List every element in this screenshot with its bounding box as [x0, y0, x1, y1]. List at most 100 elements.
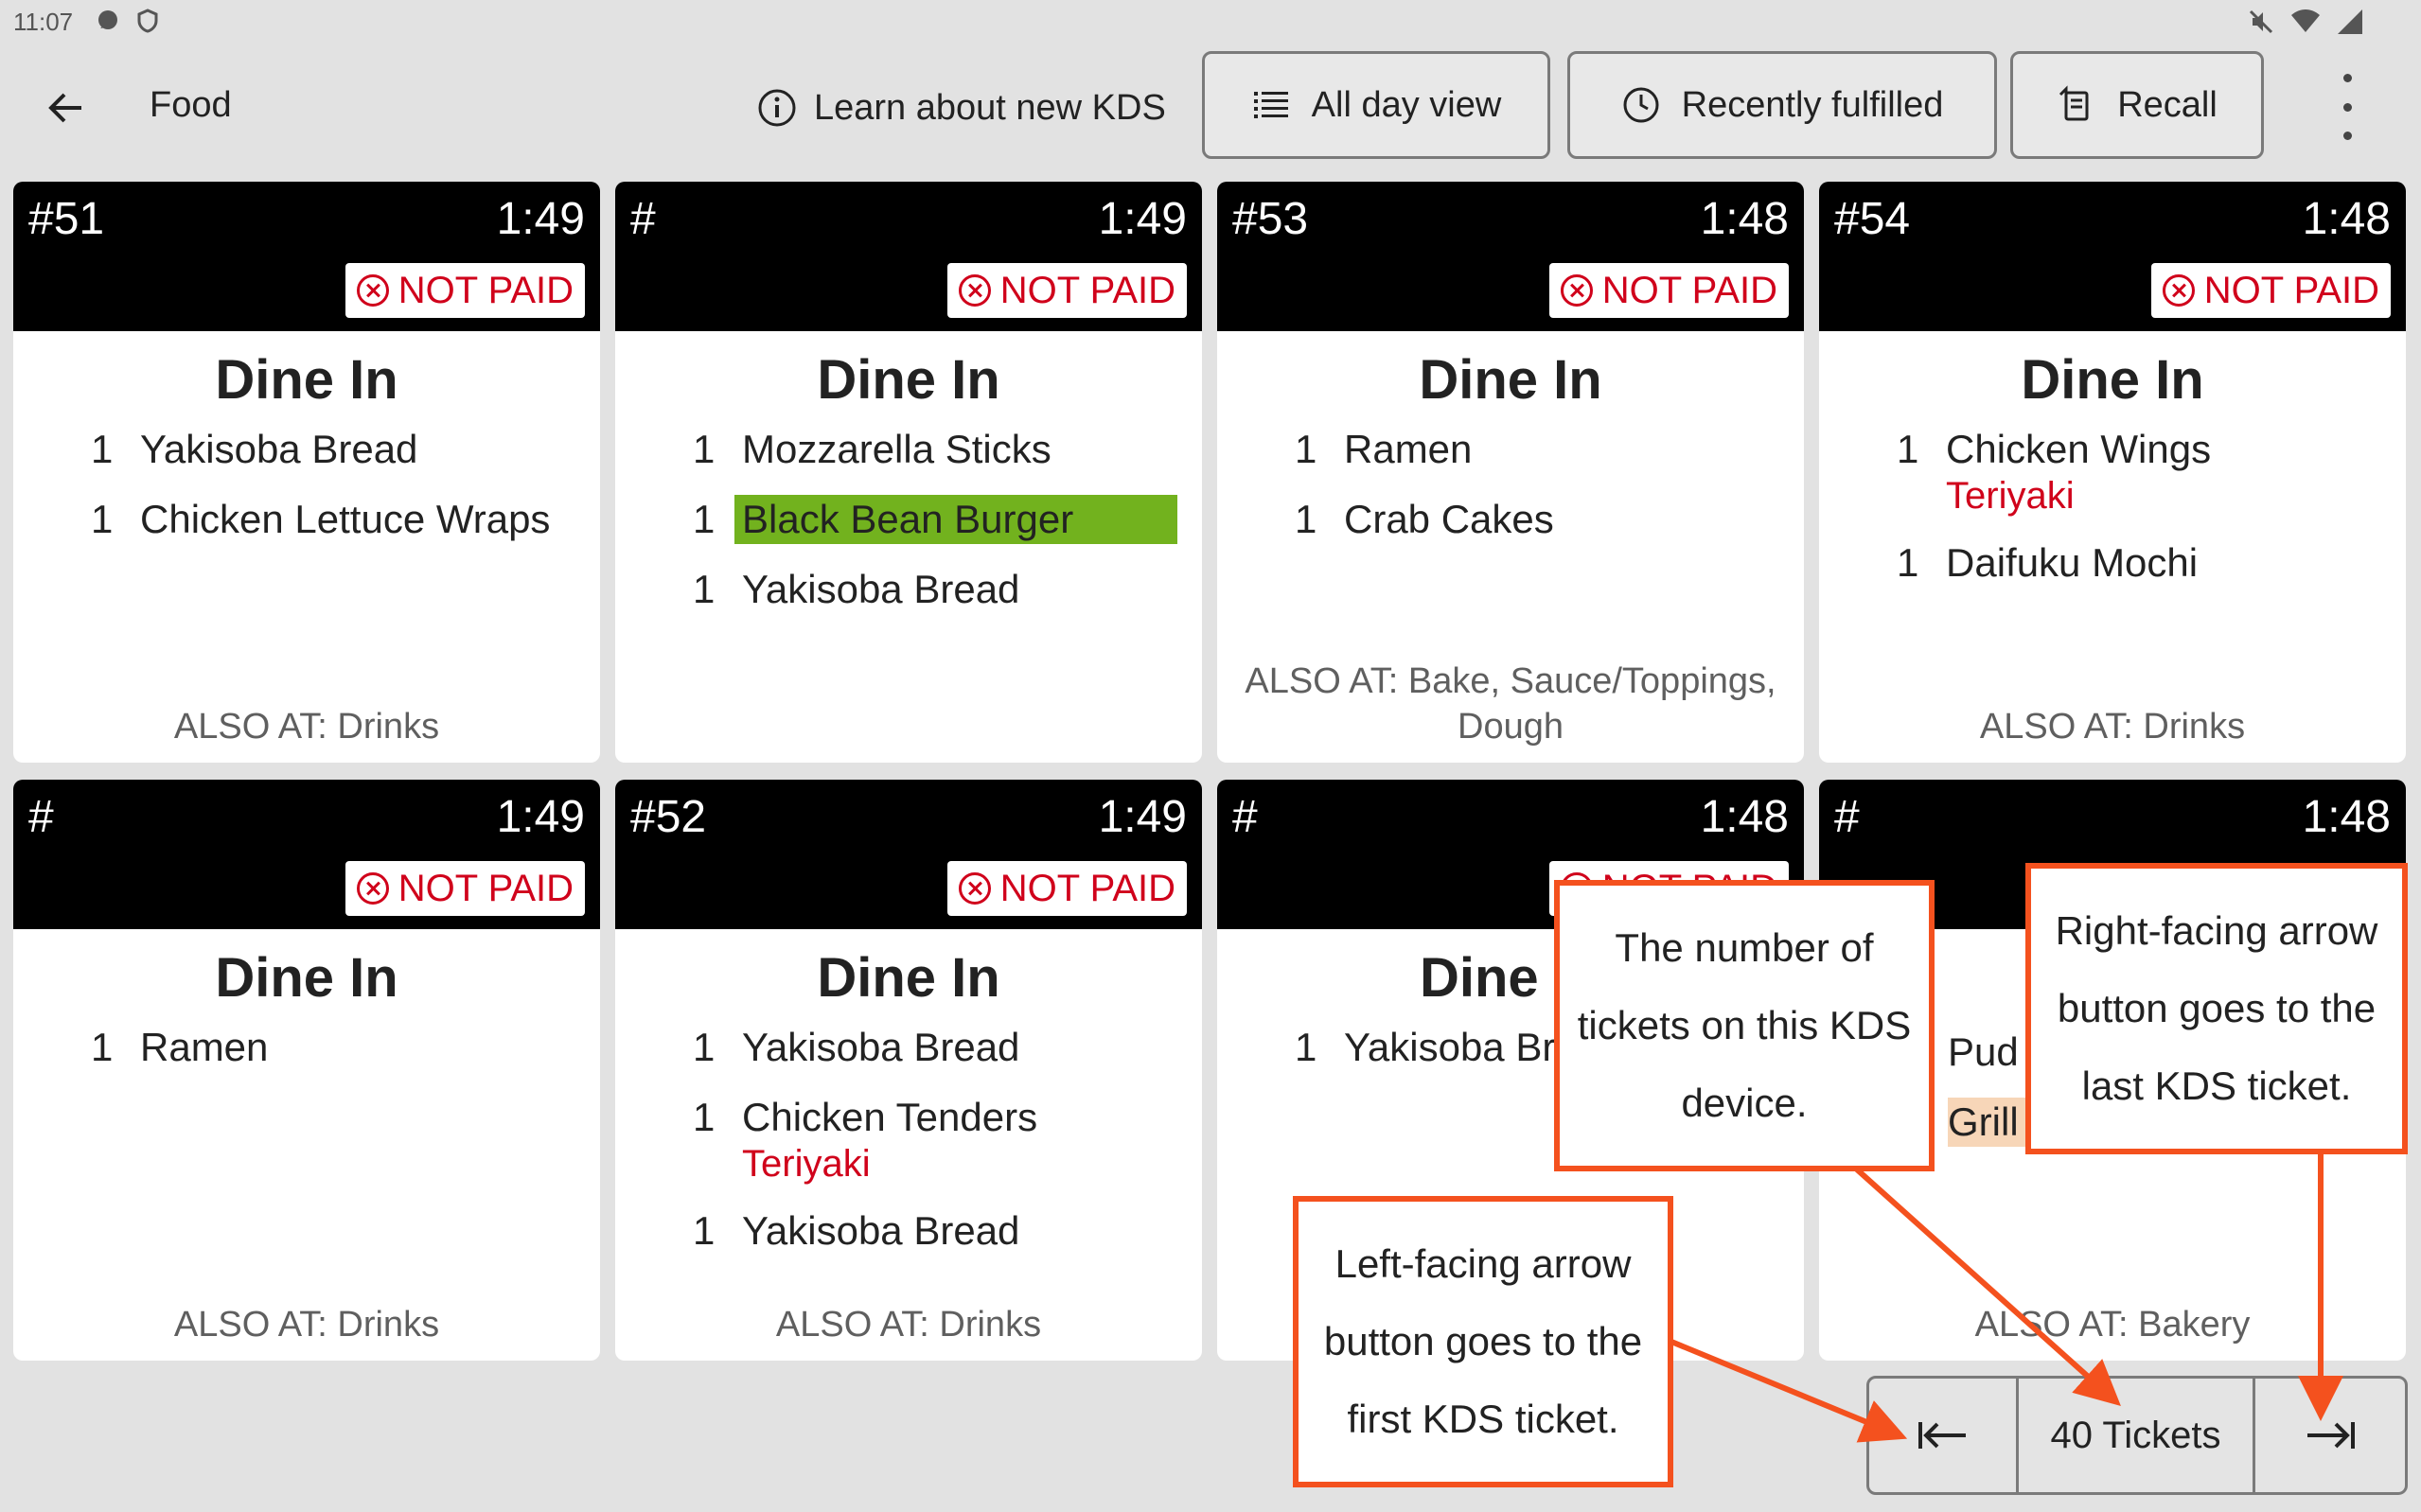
payment-status-label: NOT PAID — [1601, 269, 1777, 311]
learn-label: Learn about new KDS — [814, 87, 1166, 128]
item-qty: 1 — [693, 567, 716, 611]
first-ticket-button[interactable] — [1869, 1379, 2019, 1492]
ticket-card[interactable]: #51 1:49 NOT PAID Dine In 1 Yakisoba Brea… — [13, 182, 600, 763]
item-name: Ramen — [140, 1025, 269, 1069]
dining-option: Dine In — [1419, 349, 1602, 411]
ticket-item[interactable]: 1 Ramen — [13, 1023, 600, 1072]
recall-icon — [2059, 85, 2089, 121]
ticket-item[interactable]: 1 Yakisoba Bread — [615, 1206, 1202, 1256]
not-paid-icon — [356, 274, 389, 307]
arrow-to-start-icon — [1917, 1422, 1966, 1449]
ticket-timer: 1:48 — [2302, 792, 2391, 842]
ticket-card[interactable]: # 1:49 NOT PAID Dine In 1 Mozzarella Stic… — [615, 182, 1202, 763]
all-day-label: All day view — [1311, 84, 1502, 125]
not-paid-icon — [958, 274, 991, 307]
callout-first-ticket: Left-facing arrow button goes to the fir… — [1293, 1196, 1673, 1487]
also-at-note: ALSO AT: Bake, Sauce/Toppings, Dough — [1217, 659, 1804, 749]
callout-line: device. — [1681, 1081, 1808, 1125]
recently-fulfilled-button[interactable]: Recently fulfilled — [1567, 51, 1997, 159]
signal-icon — [2338, 9, 2362, 34]
item-name: Mozzarella Sticks — [742, 427, 1051, 471]
ticket-item[interactable]: 1 Chicken Lettuce Wraps — [13, 495, 600, 544]
item-name: Yakisoba Bread — [742, 1208, 1020, 1253]
also-at-note: ALSO AT: Drinks — [1979, 707, 2246, 747]
ticket-item[interactable]: 1 Yakisoba Bread — [13, 425, 600, 474]
ticket-item[interactable]: 1 Yakisoba Bread — [615, 1023, 1202, 1072]
also-at-line: Dough — [1458, 707, 1564, 747]
callout-last-ticket: Right-facing arrow button goes to the la… — [2025, 863, 2408, 1154]
ticket-card[interactable]: #54 1:48 NOT PAID Dine In 1 Chicken Wings… — [1819, 182, 2406, 763]
item-qty: 1 — [1295, 1025, 1317, 1069]
dining-option: Dine In — [817, 349, 1000, 411]
ticket-number: # — [630, 194, 656, 244]
callout-line: tickets on this KDS — [1577, 1003, 1912, 1047]
mute-icon — [2249, 9, 2273, 34]
wifi-icon — [2291, 9, 2320, 32]
recall-button[interactable]: Recall — [2010, 51, 2264, 159]
item-qty: 1 — [1897, 427, 1919, 471]
ticket-header: #54 1:48 NOT PAID — [1819, 182, 2406, 331]
item-modifier: Teriyaki — [1946, 475, 2075, 517]
ticket-item[interactable]: 1 Daifuku Mochi — [1819, 538, 2406, 588]
not-paid-icon — [356, 872, 389, 905]
ticket-number: #53 — [1232, 194, 1309, 244]
recently-fulfilled-label: Recently fulfilled — [1681, 84, 1944, 125]
ticket-pager: 40 Tickets — [1866, 1376, 2408, 1495]
callout-line: button goes to the — [2057, 986, 2377, 1030]
callout-line: button goes to the — [1323, 1319, 1643, 1363]
arrow-to-end-icon — [2307, 1422, 2355, 1449]
ticket-header: # 1:49 NOT PAID — [615, 182, 1202, 331]
ticket-number: #54 — [1834, 194, 1911, 244]
last-ticket-button[interactable] — [2255, 1379, 2405, 1492]
ticket-card[interactable]: # 1:49 NOT PAID Dine In 1 Ramen ALSO AT: … — [13, 780, 600, 1361]
ticket-timer: 1:49 — [1098, 792, 1187, 842]
payment-status-label: NOT PAID — [999, 867, 1175, 909]
ticket-item[interactable]: 1 Black Bean Burger — [615, 495, 1202, 544]
ticket-item[interactable]: 1 Chicken Wings Teriyaki — [1819, 425, 2406, 518]
item-qty: 1 — [91, 427, 114, 471]
callout-line: first KDS ticket. — [1347, 1397, 1619, 1441]
ticket-item[interactable]: 1 Mozzarella Sticks — [615, 425, 1202, 474]
payment-status-badge: NOT PAID — [946, 263, 1187, 318]
ticket-count: 40 Tickets — [2019, 1379, 2255, 1492]
ticket-timer: 1:49 — [1098, 194, 1187, 244]
ticket-card[interactable]: #52 1:49 NOT PAID Dine In 1 Yakisoba Brea… — [615, 780, 1202, 1361]
item-qty: 1 — [693, 1208, 716, 1253]
not-paid-icon — [1560, 274, 1593, 307]
callout-line: The number of — [1615, 925, 1874, 970]
item-name: Daifuku Mochi — [1946, 540, 2199, 585]
ticket-header: #51 1:49 NOT PAID — [13, 182, 600, 331]
ticket-item[interactable]: 1 Yakisoba Bread — [615, 565, 1202, 614]
ticket-item[interactable]: 1 Crab Cakes — [1217, 495, 1804, 544]
ticket-item[interactable]: 1 Ramen — [1217, 425, 1804, 474]
ticket-number: # — [28, 792, 54, 842]
also-at-note: ALSO AT: Drinks — [173, 1305, 440, 1345]
top-bar: Food Learn about new KDS All day view Re… — [0, 45, 2421, 165]
also-at-line: ALSO AT: Bake, Sauce/Toppings, — [1245, 661, 1776, 701]
callout-ticket-count: The number of tickets on this KDS device… — [1554, 880, 1935, 1171]
item-name: Chicken Lettuce Wraps — [140, 497, 551, 541]
all-day-view-button[interactable]: All day view — [1202, 51, 1550, 159]
shield-icon — [137, 9, 158, 33]
item-qty: 1 — [1897, 540, 1919, 585]
payment-status-label: NOT PAID — [999, 269, 1175, 311]
learn-about-kds-button[interactable]: Learn about new KDS — [757, 83, 1166, 132]
ticket-number: # — [1232, 792, 1258, 842]
recall-label: Recall — [2117, 84, 2218, 125]
item-qty: 1 — [91, 497, 114, 541]
status-time: 11:07 — [13, 8, 74, 36]
chat-icon — [98, 10, 117, 29]
dining-option: Dine In — [817, 947, 1000, 1009]
not-paid-icon — [958, 872, 991, 905]
payment-status-badge: NOT PAID — [946, 861, 1187, 916]
item-qty: 1 — [693, 1025, 716, 1069]
more-options-button[interactable] — [2328, 74, 2366, 140]
clock-icon — [1623, 87, 1659, 123]
item-qty: 1 — [1295, 497, 1317, 541]
back-button[interactable] — [44, 85, 89, 131]
ticket-card[interactable]: #53 1:48 NOT PAID Dine In 1 Ramen 1 Crab C… — [1217, 182, 1804, 763]
dining-option: Dine In — [215, 349, 398, 411]
ticket-item[interactable]: 1 Chicken Tenders Teriyaki — [615, 1093, 1202, 1186]
item-qty: 1 — [1295, 427, 1317, 471]
more-dot — [2342, 102, 2352, 112]
